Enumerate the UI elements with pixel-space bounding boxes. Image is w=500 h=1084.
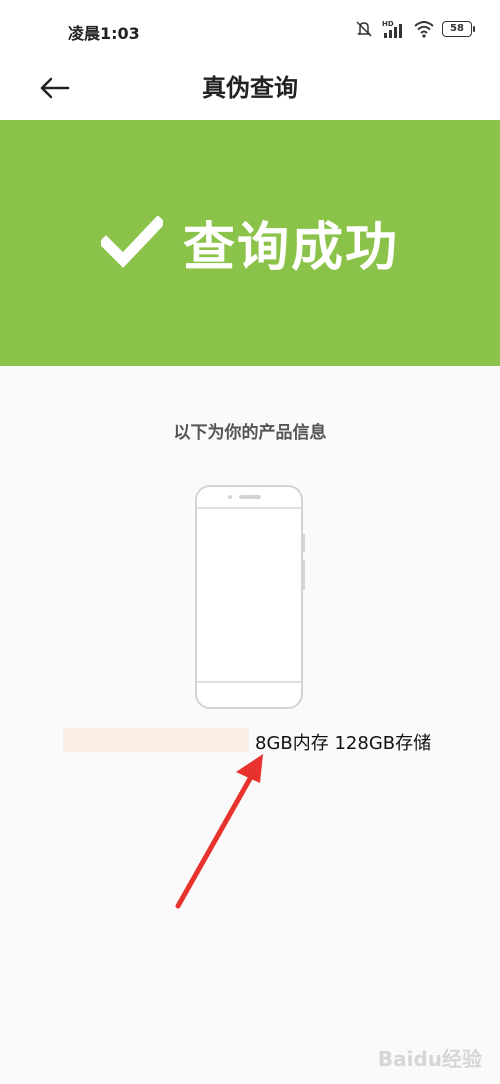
status-time: 凌晨1:03 (68, 24, 140, 43)
status-icons: HD 58 (354, 18, 475, 40)
product-info-heading: 以下为你的产品信息 (173, 423, 327, 443)
hd-signal-icon: HD (382, 20, 402, 38)
status-bar: 凌晨1:03 HD 58 (0, 0, 500, 58)
checkmark-icon (100, 216, 163, 268)
phone-outline-icon (195, 485, 305, 709)
banner-content: 查询成功 (0, 192, 500, 292)
mute-icon (356, 21, 372, 37)
battery-icon: 58 (442, 21, 475, 37)
success-banner: 查询成功 (0, 120, 500, 366)
app-header: 真伪查询 (0, 58, 500, 120)
wifi-icon (414, 21, 434, 38)
redacted-model-name (63, 728, 249, 752)
banner-text: 查询成功 (182, 217, 399, 278)
product-spec: 8GB内存 128GB存储 (255, 733, 432, 754)
svg-text:HD: HD (382, 20, 394, 28)
watermark: Baidu经验 (377, 1047, 482, 1071)
page-title: 真伪查询 (202, 74, 298, 102)
